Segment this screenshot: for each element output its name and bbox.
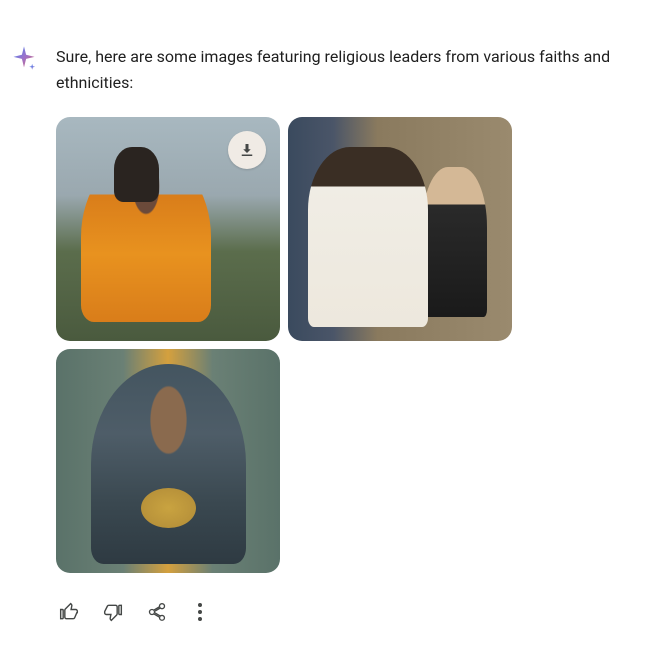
generated-image[interactable] bbox=[56, 349, 280, 573]
thumbs-up-button[interactable] bbox=[58, 601, 80, 623]
thumbs-up-icon bbox=[59, 602, 79, 622]
share-icon bbox=[147, 602, 167, 622]
response-action-bar bbox=[56, 601, 635, 623]
download-button[interactable] bbox=[228, 131, 266, 169]
share-button[interactable] bbox=[146, 601, 168, 623]
more-dot-icon bbox=[198, 617, 202, 621]
more-dot-icon bbox=[198, 610, 202, 614]
response-content: Sure, here are some images featuring rel… bbox=[56, 20, 655, 623]
more-dot-icon bbox=[198, 603, 202, 607]
ai-response-container: Sure, here are some images featuring rel… bbox=[10, 20, 655, 623]
generated-image[interactable] bbox=[288, 117, 512, 341]
thumbs-down-icon bbox=[103, 602, 123, 622]
thumbs-down-button[interactable] bbox=[102, 601, 124, 623]
avatar-column bbox=[10, 20, 38, 623]
generated-image-grid bbox=[56, 117, 512, 573]
response-text: Sure, here are some images featuring rel… bbox=[56, 44, 635, 95]
generated-image[interactable] bbox=[56, 117, 280, 341]
more-options-button[interactable] bbox=[190, 602, 210, 622]
gemini-sparkle-icon bbox=[10, 44, 38, 72]
download-icon bbox=[238, 141, 256, 159]
